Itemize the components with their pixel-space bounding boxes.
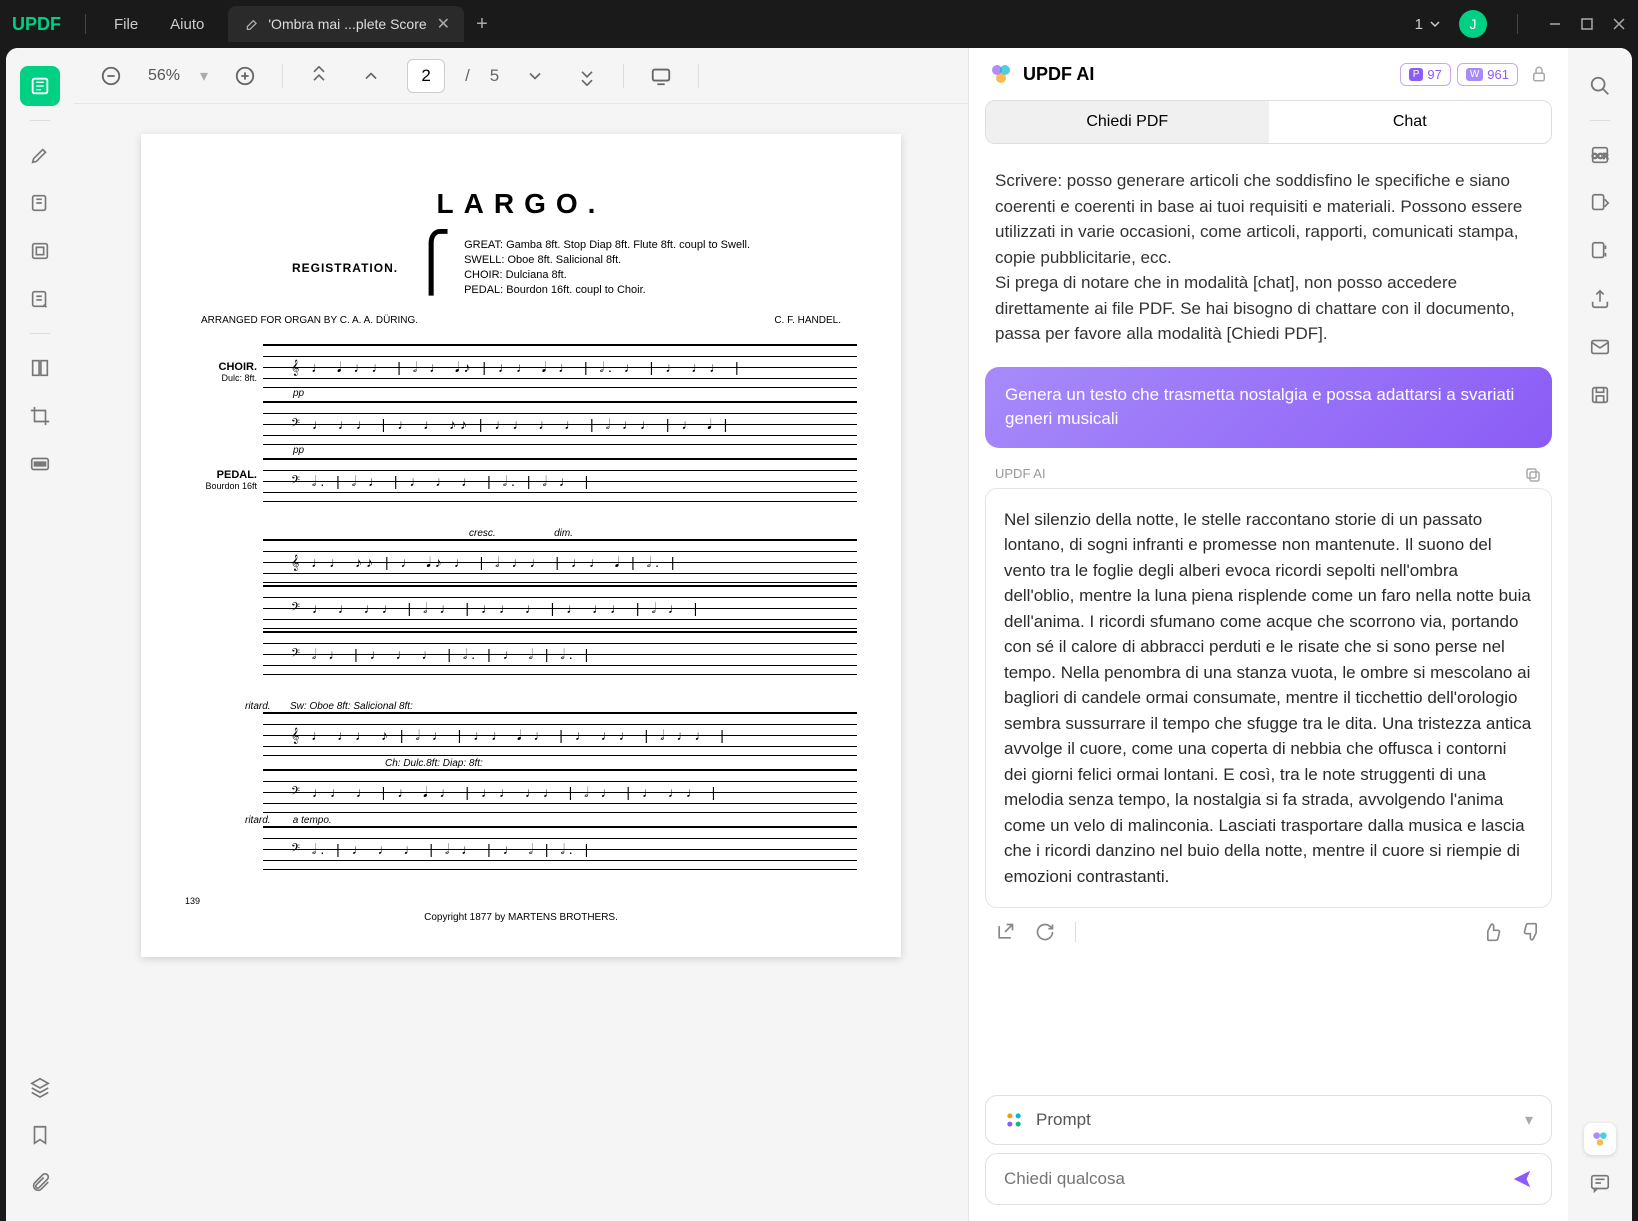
credits-badge-2[interactable]: W961 [1457, 63, 1518, 86]
page-total: 5 [490, 66, 499, 86]
zoom-in-button[interactable] [228, 59, 262, 93]
viewer-toolbar: 56% ▾ / 5 [74, 48, 968, 104]
mode-tabs: Chiedi PDF Chat [985, 100, 1552, 144]
presentation-button[interactable] [644, 59, 678, 93]
composer: C. F. HANDEL. [774, 315, 841, 326]
regenerate-icon[interactable] [1035, 922, 1055, 942]
ai-previous-message: Scrivere: posso generare articoli che so… [985, 160, 1552, 355]
music-staves: CHOIR.Dulc: 8ft.𝄞 ♩ 𝅘𝅥 ♩♩ | 𝅗𝅥 ♩ 𝅘𝅥♪ | ♩… [185, 344, 857, 870]
titlebar: UPDF File Aiuto 'Ombra mai ...plete Scor… [0, 0, 1638, 48]
save-button[interactable] [1580, 375, 1620, 415]
chevron-down-icon: ▾ [1525, 1110, 1533, 1130]
window-page-indicator[interactable]: 1 [1415, 16, 1441, 33]
menu-file[interactable]: File [98, 16, 154, 33]
convert-button[interactable] [1580, 183, 1620, 223]
reader-tool[interactable] [20, 66, 60, 106]
zoom-value: 56% [148, 67, 180, 85]
divider [623, 64, 624, 88]
page-input[interactable] [407, 59, 445, 93]
pencil-icon [242, 16, 258, 32]
svg-text:OCR: OCR [1592, 152, 1608, 161]
divider [1517, 14, 1518, 34]
user-message: Genera un testo che trasmetta nostalgia … [985, 367, 1552, 448]
divider [30, 120, 50, 121]
ai-response: Nel silenzio della notte, le stelle racc… [985, 488, 1552, 909]
ai-sender-label: UPDF AI [995, 466, 1046, 484]
chevron-down-icon [1429, 18, 1441, 30]
tab-title: 'Ombra mai ...plete Score [268, 16, 426, 32]
export-icon[interactable] [995, 922, 1015, 942]
copy-icon[interactable] [1524, 466, 1542, 484]
divider [1075, 922, 1076, 942]
divider [85, 14, 86, 34]
first-page-button[interactable] [303, 60, 335, 92]
viewer: 56% ▾ / 5 LARGO. REGISTRATION. ⎧ G [74, 48, 968, 1221]
edit-tool[interactable] [20, 231, 60, 271]
organize-tool[interactable] [20, 348, 60, 388]
zoom-out-button[interactable] [94, 59, 128, 93]
crop-tool[interactable] [20, 396, 60, 436]
left-toolbar [6, 48, 74, 1221]
arranger: ARRANGED FOR ORGAN BY C. A. A. DÜRING. [201, 315, 418, 326]
ai-panel: UPDF AI P97 W961 Chiedi PDF Chat Scriver… [968, 48, 1568, 1221]
email-button[interactable] [1580, 327, 1620, 367]
app-logo: UPDF [12, 14, 61, 35]
prompt-label: Prompt [1036, 1110, 1091, 1130]
send-button[interactable] [1511, 1168, 1533, 1190]
tab-chiedi-pdf[interactable]: Chiedi PDF [986, 101, 1269, 143]
right-toolbar: OCR [1568, 48, 1632, 1221]
divider [282, 64, 283, 88]
page-sep: / [465, 66, 470, 86]
bookmark-tool[interactable] [20, 1115, 60, 1155]
thumbs-up-icon[interactable] [1482, 922, 1502, 942]
zoom-dropdown[interactable]: ▾ [200, 66, 208, 86]
divider [1590, 120, 1610, 121]
share-button[interactable] [1580, 279, 1620, 319]
ocr-button[interactable]: OCR [1580, 135, 1620, 175]
score-title: LARGO. [185, 188, 857, 220]
compress-button[interactable] [1580, 231, 1620, 271]
attachment-tool[interactable] [20, 1163, 60, 1203]
search-button[interactable] [1580, 66, 1620, 106]
ai-title: UPDF AI [1023, 64, 1094, 85]
registration-label: REGISTRATION. [292, 261, 398, 275]
ai-logo-icon [989, 62, 1013, 86]
highlighter-tool[interactable] [20, 135, 60, 175]
new-tab-button[interactable]: + [476, 13, 488, 36]
redact-tool[interactable] [20, 444, 60, 484]
menu-help[interactable]: Aiuto [154, 16, 220, 33]
layers-tool[interactable] [20, 1067, 60, 1107]
tab-chat[interactable]: Chat [1269, 101, 1552, 143]
feedback-button[interactable] [1580, 1163, 1620, 1203]
pdf-page: LARGO. REGISTRATION. ⎧ GREAT: Gamba 8ft.… [141, 134, 901, 957]
prompt-icon [1004, 1110, 1024, 1130]
maximize-button[interactable] [1580, 17, 1594, 31]
minimize-button[interactable] [1548, 17, 1562, 31]
chat-input-bar [985, 1153, 1552, 1205]
brace-icon: ⎧ [410, 238, 452, 297]
ai-toggle-button[interactable] [1584, 1123, 1616, 1155]
comment-tool[interactable] [20, 183, 60, 223]
document-viewport[interactable]: LARGO. REGISTRATION. ⎧ GREAT: Gamba 8ft.… [74, 104, 968, 1221]
copyright: Copyright 1877 by MARTENS BROTHERS. [185, 912, 857, 923]
chat-scroll[interactable]: Scrivere: posso generare articoli che so… [969, 152, 1568, 1087]
prompt-selector[interactable]: Prompt ▾ [985, 1095, 1552, 1145]
close-button[interactable] [1612, 17, 1626, 31]
divider [698, 64, 699, 88]
form-tool[interactable] [20, 279, 60, 319]
credits-badge-1[interactable]: P97 [1400, 63, 1451, 86]
divider [30, 333, 50, 334]
page-number: 139 [185, 896, 857, 906]
tab-close-icon[interactable]: ✕ [437, 14, 450, 34]
lock-icon[interactable] [1530, 65, 1548, 83]
prev-page-button[interactable] [355, 60, 387, 92]
message-actions [985, 908, 1552, 956]
user-avatar[interactable]: J [1459, 10, 1487, 38]
next-page-button[interactable] [519, 60, 551, 92]
document-tab[interactable]: 'Ombra mai ...plete Score ✕ [228, 6, 464, 42]
chat-input[interactable] [1004, 1169, 1511, 1189]
thumbs-down-icon[interactable] [1522, 922, 1542, 942]
last-page-button[interactable] [571, 60, 603, 92]
registration-lines: GREAT: Gamba 8ft. Stop Diap 8ft. Flute 8… [464, 238, 750, 297]
